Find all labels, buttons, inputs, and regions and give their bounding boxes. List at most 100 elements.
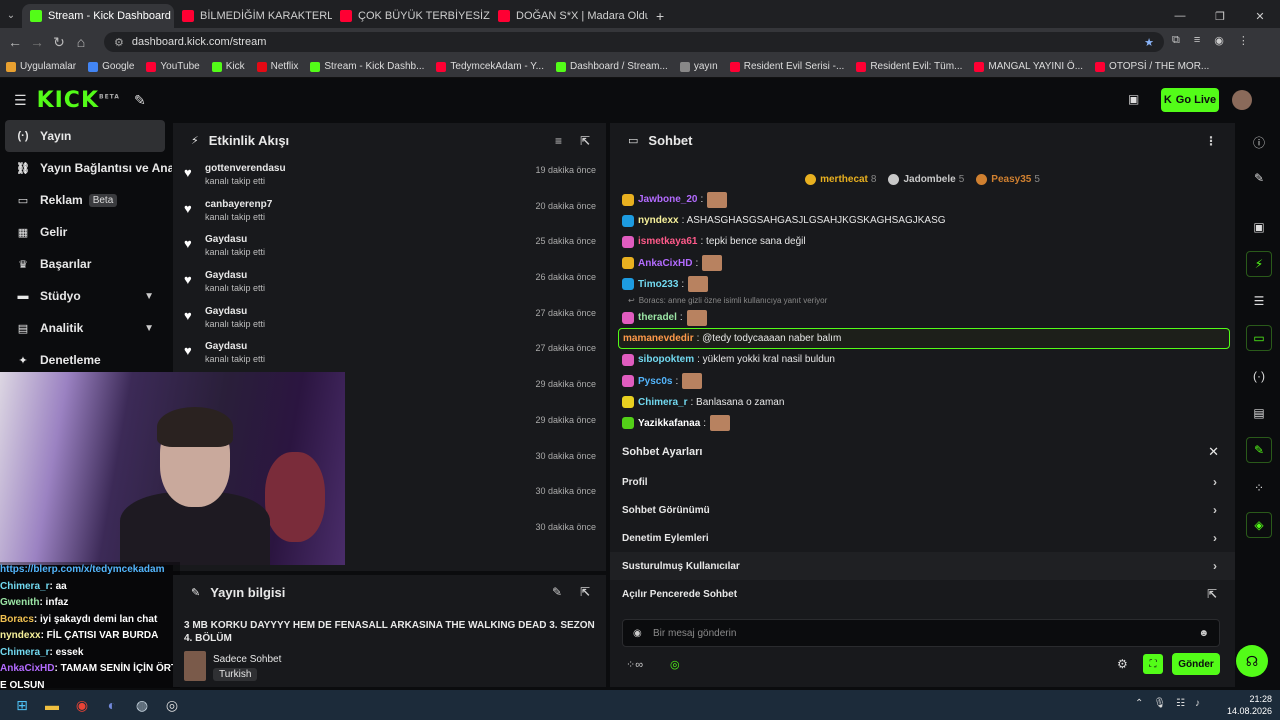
points-icon[interactable]: ◎ [670, 658, 680, 671]
close-icon[interactable]: ✕ [1208, 444, 1219, 460]
popout-icon[interactable]: ⇱ [580, 134, 590, 148]
list-icon[interactable]: ☰ [1246, 288, 1272, 314]
kick-logo[interactable]: KICKBETA [37, 88, 120, 113]
chat-username[interactable]: Yazikkafanaa [638, 418, 700, 429]
extensions-icon[interactable]: ⧉ [1172, 34, 1180, 47]
camera-icon[interactable]: ▣ [1246, 214, 1272, 240]
settings-mod-actions[interactable]: Denetim Eylemleri › [610, 524, 1235, 552]
chat-message[interactable]: nyndexx: ASHASGHASGSAHGASJLGSAHJKGSKAGHS… [618, 210, 1230, 231]
windows-start-icon[interactable]: ⊞ [8, 694, 36, 716]
chat-username[interactable]: Timo233 [638, 279, 678, 290]
leaderboard-entry[interactable]: Jadombele 5 [888, 170, 964, 188]
sidebar-item-studyo[interactable]: ▬ Stüdyo ▼ [0, 280, 172, 312]
sidebar-item-basarilar[interactable]: ♛ Başarılar [0, 248, 172, 280]
hamburger-menu-icon[interactable]: ☰ [14, 92, 27, 109]
chat-message[interactable]: sibopoktem: yüklem yokki kral nasil buld… [618, 349, 1230, 370]
chat-message[interactable]: ismetkaya61: tepki bence sana değil [618, 231, 1230, 252]
obs-icon[interactable]: ◎ [158, 694, 186, 716]
chat-username[interactable]: AnkaCixHD [638, 258, 692, 269]
chat-message[interactable]: Timo233: [618, 274, 1230, 295]
tray-chevron-icon[interactable]: ⌃ [1135, 698, 1143, 709]
media-icon[interactable]: ≡ [1194, 34, 1200, 47]
bookmark-item[interactable]: TedymcekAdam - Y... [436, 61, 544, 72]
forward-icon[interactable]: → [26, 34, 48, 50]
bookmark-item[interactable]: OTOPSİ / THE MOR... [1095, 61, 1209, 72]
chat-rules-icon[interactable]: ⁘∞ [626, 658, 643, 671]
bookmark-star-icon[interactable]: ★ [1144, 36, 1154, 49]
settings-popout-chat[interactable]: Açılır Pencerede Sohbet ⇱ [610, 580, 1235, 608]
activity-icon[interactable]: ⚡ [1246, 251, 1272, 277]
settings-gear-icon[interactable]: ⚙ [1117, 657, 1128, 671]
tag-icon[interactable]: ◈ [1246, 512, 1272, 538]
tab-kick-dashboard[interactable]: Stream - Kick Dashboard ✕ [22, 4, 174, 28]
info-icon[interactable]: ⓘ [1246, 129, 1272, 155]
settings-profile[interactable]: Profil › [610, 468, 1235, 496]
filter-icon[interactable]: ≡ [555, 134, 562, 148]
tab-video-1[interactable]: BİLMEDİĞİM KARAKTERLER İLE ✕ [174, 4, 332, 28]
bookmark-item[interactable]: Dashboard / Stream... [555, 61, 668, 72]
maximize-icon[interactable]: ❐ [1200, 10, 1240, 23]
chat-username[interactable]: ismetkaya61 [638, 236, 698, 247]
sidebar-item-reklam[interactable]: ▭ Reklam Beta [0, 184, 172, 216]
chat-username[interactable]: Chimera_r [638, 397, 687, 408]
volume-icon[interactable]: ♪ [1195, 698, 1200, 709]
tab-video-2[interactable]: ÇOK BÜYÜK TERBİYESİZLİK BEN ✕ [332, 4, 490, 28]
edit-icon[interactable]: ✎ [552, 585, 562, 599]
profile-icon[interactable]: ◉ [1214, 34, 1224, 47]
bookmark-item[interactable]: YouTube [146, 61, 200, 72]
bookmark-item[interactable]: Stream - Kick Dashb... [310, 61, 424, 72]
bookmark-item[interactable]: MANGAL YAYINI Ö... [974, 61, 1083, 72]
avatar[interactable] [1232, 90, 1252, 110]
dashboard-icon[interactable]: ▣ [1128, 92, 1139, 106]
edit-icon[interactable]: ✎ [1246, 165, 1272, 191]
chrome-icon[interactable]: ◉ [68, 694, 96, 716]
chat-username[interactable]: Pysc0s [638, 376, 672, 387]
back-icon[interactable]: ← [4, 34, 26, 50]
leaderboard-entry[interactable]: merthecat 8 [805, 170, 876, 188]
new-tab-button[interactable]: + [648, 4, 672, 28]
send-button[interactable]: Gönder [1172, 653, 1220, 675]
chat-message[interactable]: Jawbone_20: [618, 189, 1230, 210]
chat-message[interactable]: theradel: [618, 307, 1230, 328]
bookmark-item[interactable]: Netflix [256, 61, 298, 72]
bookmark-item[interactable]: Uygulamalar [6, 61, 76, 72]
file-explorer-icon[interactable]: ▬ [38, 694, 66, 716]
system-clock[interactable]: 21:28 14.08.2026 [1227, 693, 1272, 717]
microphone-icon[interactable]: 🎙 [1153, 698, 1166, 709]
chat-message[interactable]: Yazikkafanaa: [618, 413, 1230, 434]
minimize-icon[interactable]: — [1160, 10, 1200, 22]
settings-chat-appearance[interactable]: Sohbet Görünümü › [610, 496, 1235, 524]
emote-picker-icon[interactable]: ◉ [633, 628, 642, 639]
tab-search-icon[interactable]: ⌄ [0, 4, 22, 28]
printer-icon[interactable]: ▤ [1246, 400, 1272, 426]
sidebar-item-yayin[interactable]: (·) Yayın [5, 120, 165, 152]
nodes-icon[interactable]: ⁘ [1246, 475, 1272, 501]
settings-muted-users[interactable]: Susturulmuş Kullanıcılar › [610, 552, 1235, 580]
steam-icon[interactable]: ◍ [128, 694, 156, 716]
kick-bot-icon[interactable]: ⛶ [1143, 654, 1163, 674]
url-input[interactable]: ⚙ dashboard.kick.com/stream ★ [104, 32, 1164, 52]
leaderboard-entry[interactable]: Peasy35 5 [976, 170, 1040, 188]
chat-message[interactable]: Pysc0s: [618, 371, 1230, 392]
network-icon[interactable]: ☷ [1176, 698, 1185, 709]
go-live-button[interactable]: K Go Live [1161, 88, 1219, 112]
chat-username[interactable]: theradel [638, 312, 677, 323]
chat-icon[interactable]: ▭ [1246, 325, 1272, 351]
sidebar-item-gelir[interactable]: ▦ Gelir [0, 216, 172, 248]
emoji-icon[interactable]: ☻ [1198, 628, 1209, 639]
reload-icon[interactable]: ↻ [48, 34, 70, 51]
sidebar-item-stream-key[interactable]: ⛓Yayın Bağlantısı ve Anahtar [0, 152, 172, 184]
chat-message[interactable]: AnkaCixHD: [618, 253, 1230, 274]
tools-icon[interactable]: ✎ [134, 92, 146, 109]
tab-video-3[interactable]: DOĞAN S*X | Madara Olduk #7 ✕ [490, 4, 648, 28]
bookmark-item[interactable]: Resident Evil Serisi -... [729, 61, 844, 72]
help-fab-icon[interactable]: ☊ [1236, 645, 1268, 677]
menu-icon[interactable]: ⋮ [1238, 34, 1249, 47]
home-icon[interactable]: ⌂ [70, 34, 92, 50]
sidebar-item-analitik[interactable]: ▤ Analitik ▼ [0, 312, 172, 344]
chat-message[interactable]: mamanevdedir: @tedy todycaaaan naber bal… [618, 328, 1230, 350]
popout-icon[interactable]: ⇱ [580, 585, 590, 599]
chat-message[interactable]: Chimera_r: Banlasana o zaman [618, 392, 1230, 413]
chat-username[interactable]: Jawbone_20 [638, 194, 697, 205]
site-info-icon[interactable]: ⚙ [114, 36, 124, 49]
